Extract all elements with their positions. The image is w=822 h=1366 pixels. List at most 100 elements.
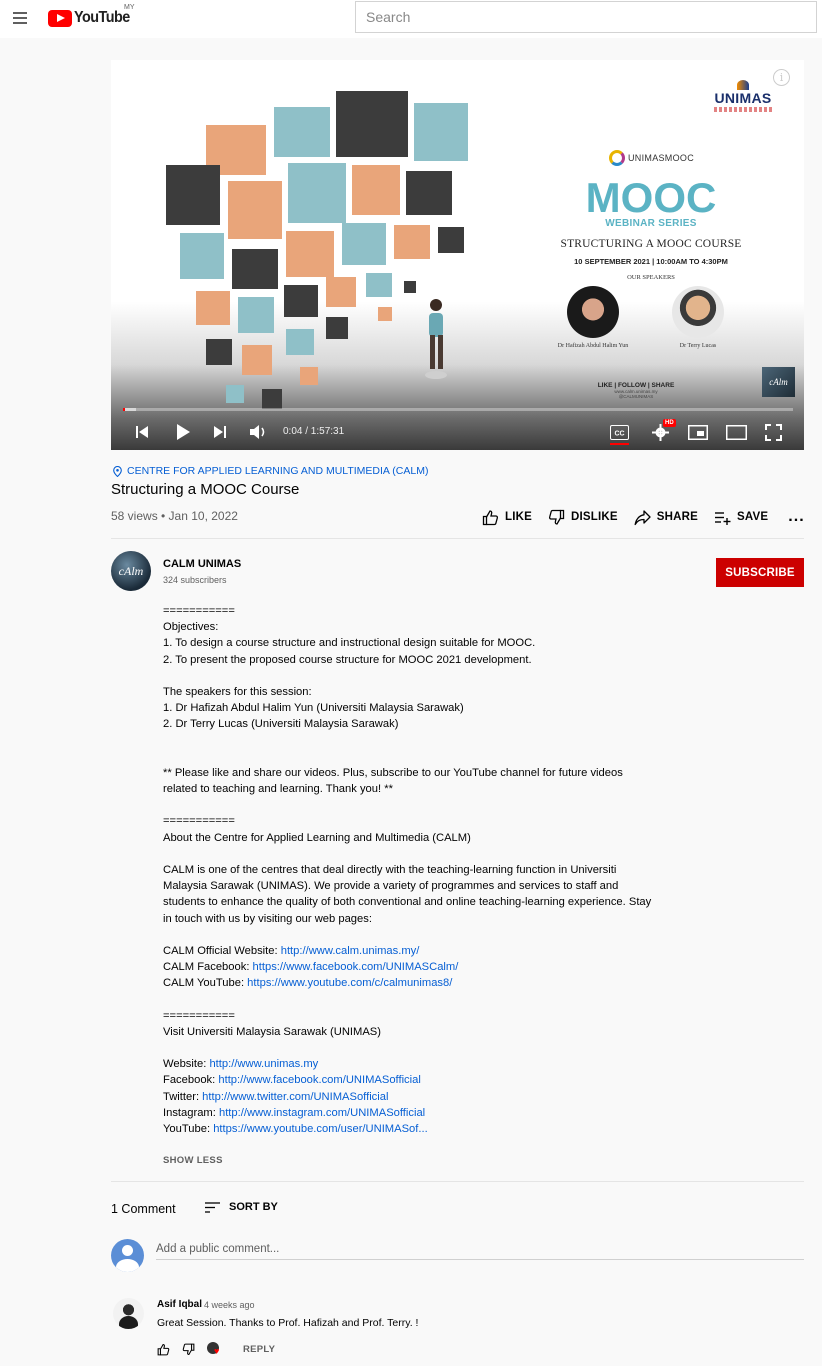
desc-link-line: Website: http://www.unimas.my	[163, 1058, 319, 1071]
creator-heart-icon: ♥	[207, 1342, 223, 1356]
channel-name[interactable]: CALM UNIMAS	[163, 558, 241, 570]
time-display: 0:04 / 1:57:31	[283, 426, 345, 437]
speaker-photo	[672, 286, 724, 338]
desc-line: About the Centre for Applied Learning an…	[163, 831, 471, 844]
reply-button[interactable]: REPLY	[243, 1344, 275, 1355]
comment-count: 1 Comment	[111, 1202, 176, 1216]
calm-website-link[interactable]: http://www.calm.unimas.my/	[281, 945, 420, 957]
unimas-instagram-link[interactable]: http://www.instagram.com/UNIMASofficial	[219, 1107, 425, 1119]
save-playlist-icon	[715, 511, 731, 525]
share-button[interactable]: SHARE	[634, 509, 698, 526]
progress-played	[123, 408, 125, 411]
desc-line: related to teaching and learning. Thank …	[163, 783, 393, 796]
theater-mode-icon[interactable]	[726, 425, 747, 440]
unimasmooc-brand: UNIMASMOOC	[609, 150, 694, 166]
desc-line: 1. Dr Hafizah Abdul Halim Yun (Universit…	[163, 702, 464, 715]
add-comment-input[interactable]	[156, 1239, 804, 1260]
progress-bar[interactable]	[123, 408, 793, 411]
unimas-logo: UNIMAS	[714, 80, 772, 112]
masthead: YouTube MY	[0, 0, 822, 38]
logo-text: YouTube	[74, 9, 130, 26]
youtube-play-icon	[48, 9, 72, 27]
video-title: Structuring a MOOC Course	[111, 481, 300, 498]
comment-like-icon[interactable]	[157, 1343, 170, 1356]
video-location-link[interactable]: CENTRE FOR APPLIED LEARNING AND MULTIMED…	[113, 465, 428, 477]
calm-youtube-link[interactable]: https://www.youtube.com/c/calmunimas8/	[247, 977, 452, 989]
thumbnail-heading: MOOC	[585, 174, 717, 221]
closed-captions-icon[interactable]: CC	[610, 425, 629, 440]
comment-author[interactable]: Asif Iqbal	[157, 1299, 202, 1310]
info-icon[interactable]: i	[773, 69, 790, 86]
desc-link-line: Twitter: http://www.twitter.com/UNIMASof…	[163, 1090, 389, 1103]
share-arrow-icon	[634, 509, 651, 525]
comment-text: Great Session. Thanks to Prof. Hafizah a…	[157, 1317, 419, 1329]
thumbnail-course: STRUCTURING A MOOC COURSE	[560, 238, 742, 250]
speaker-card: Dr Hafizah Abdul Halim Yun	[548, 286, 638, 349]
channel-avatar[interactable]: cAlm	[111, 551, 151, 591]
desc-link-line: Facebook: http://www.facebook.com/UNIMAS…	[163, 1074, 421, 1087]
fullscreen-icon[interactable]	[765, 424, 782, 441]
video-player[interactable]: i UNIMAS UNIMASMOOC MOOC WEBINAR SERIES …	[111, 60, 804, 450]
unimas-twitter-link[interactable]: http://www.twitter.com/UNIMASofficial	[202, 1091, 388, 1103]
speaker-card: Dr Terry Lucas	[653, 286, 743, 349]
thumbnail-subheading: WEBINAR SERIES	[605, 218, 697, 229]
thumbnail-speakers-label: OUR SPEAKERS	[627, 274, 675, 281]
miniplayer-icon[interactable]	[688, 425, 708, 440]
more-actions-button[interactable]: ...	[788, 509, 804, 525]
location-pin-icon	[113, 465, 122, 477]
play-icon[interactable]	[175, 424, 191, 440]
thumbs-up-icon	[482, 509, 499, 525]
unimas-youtube-link[interactable]: https://www.youtube.com/user/UNIMASof...	[213, 1123, 428, 1135]
unimas-website-link[interactable]: http://www.unimas.my	[209, 1058, 318, 1070]
svg-text:CC: CC	[614, 431, 624, 438]
desc-separator: ===========	[163, 605, 235, 617]
mooc-ring-icon	[609, 150, 625, 166]
desc-link-line: CALM Official Website: http://www.calm.u…	[163, 944, 420, 957]
video-description: =========== Objectives: 1. To design a c…	[163, 603, 663, 1137]
desc-line: CALM is one of the centres that deal dir…	[163, 864, 617, 876]
captions-active-indicator	[610, 443, 629, 445]
player-controls: 0:04 / 1:57:31 CC HD	[111, 416, 804, 450]
like-button[interactable]: LIKE	[482, 509, 532, 526]
sort-by-button[interactable]: SORT BY	[205, 1201, 278, 1213]
desc-line: ** Please like and share our videos. Plu…	[163, 766, 623, 779]
hd-badge: HD	[663, 419, 676, 427]
show-less-button[interactable]: SHOW LESS	[163, 1155, 223, 1166]
volume-icon[interactable]	[250, 424, 268, 440]
search-input[interactable]	[355, 1, 817, 33]
youtube-logo[interactable]: YouTube	[48, 8, 136, 28]
desc-line: Malaysia Sarawak (UNIMAS). We provide a …	[163, 880, 619, 893]
desc-line: 1. To design a course structure and inst…	[163, 637, 536, 650]
location-label: CENTRE FOR APPLIED LEARNING AND MULTIMED…	[127, 465, 429, 477]
subscribe-button[interactable]: SUBSCRIBE	[716, 558, 804, 587]
desc-link-line: CALM Facebook: https://www.facebook.com/…	[163, 961, 459, 974]
thumbnail-date: 10 SEPTEMBER 2021 | 10:00AM TO 4:30PM	[574, 257, 728, 266]
desc-line: in touch with us by visiting our web pag…	[163, 912, 372, 925]
unimas-facebook-link[interactable]: http://www.facebook.com/UNIMASofficial	[218, 1074, 421, 1086]
comment-dislike-icon[interactable]	[182, 1343, 195, 1356]
previous-icon[interactable]	[136, 426, 148, 438]
desc-link-line: Instagram: http://www.instagram.com/UNIM…	[163, 1106, 426, 1119]
desc-line: Objectives:	[163, 621, 219, 634]
divider	[111, 1181, 804, 1182]
next-icon[interactable]	[214, 426, 226, 438]
comment-timestamp[interactable]: 4 weeks ago	[204, 1300, 255, 1310]
comment-author-avatar[interactable]	[113, 1298, 144, 1329]
comment-actions: ♥ REPLY	[157, 1342, 275, 1356]
desc-line: The speakers for this session:	[163, 685, 312, 698]
progress-loaded	[123, 408, 137, 411]
desc-line: 2. To present the proposed course struct…	[163, 653, 532, 666]
desc-line: students to enhance the quality of both …	[163, 896, 652, 909]
dislike-button[interactable]: DISLIKE	[548, 509, 618, 526]
calm-facebook-link[interactable]: https://www.facebook.com/UNIMASCalm/	[253, 961, 459, 973]
video-actions: LIKE DISLIKE SHARE SAVE ...	[482, 508, 805, 526]
thumbnail-social: LIKE | FOLLOW | SHARE www.calm.unimas.my…	[597, 382, 675, 399]
channel-watermark[interactable]: cAlm	[762, 367, 795, 397]
save-button[interactable]: SAVE	[714, 509, 768, 526]
hamburger-menu-icon[interactable]	[13, 12, 27, 24]
desc-separator: ===========	[163, 815, 235, 828]
divider	[111, 538, 804, 539]
desc-separator: ===========	[163, 1009, 235, 1022]
thumbs-down-icon	[548, 509, 565, 525]
video-meta: 58 views • Jan 10, 2022	[111, 509, 238, 523]
